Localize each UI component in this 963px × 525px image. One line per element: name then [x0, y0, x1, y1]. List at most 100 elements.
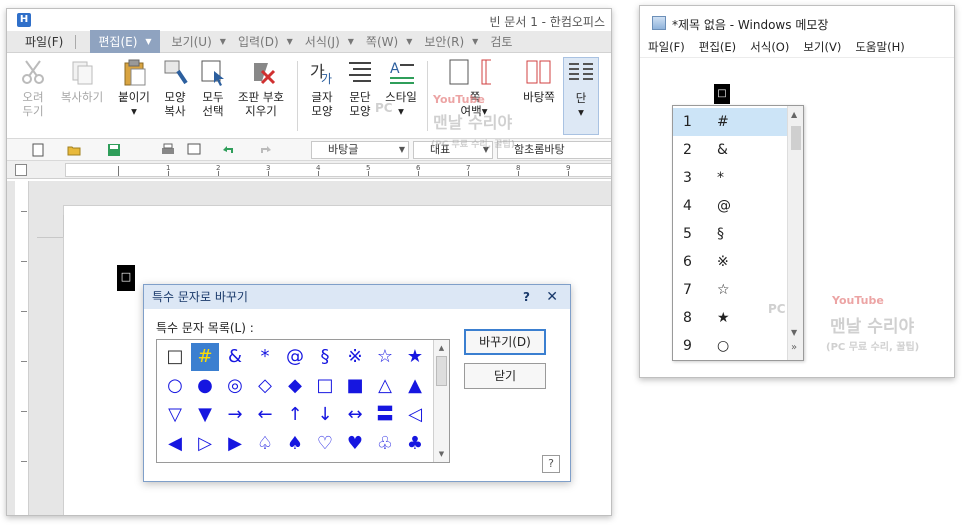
- menu-edit[interactable]: 편집(E) ▼: [90, 30, 160, 53]
- ribbon-divider: [427, 61, 428, 131]
- ruler-track[interactable]: 1 2 3 4 5 6 7 8 9: [65, 163, 611, 177]
- candidate-item[interactable]: 6 ※: [673, 248, 789, 276]
- symbol-cell[interactable]: ♤: [251, 430, 279, 458]
- replace-button[interactable]: 바꾸기(D): [464, 329, 546, 355]
- scroll-thumb[interactable]: [436, 356, 447, 386]
- help-icon[interactable]: ?: [523, 285, 530, 309]
- symbol-cell[interactable]: ▲: [401, 372, 429, 400]
- print-icon[interactable]: [161, 143, 175, 157]
- char-shape-button[interactable]: 가가 글자 모양: [305, 57, 339, 118]
- ruler-corner[interactable]: [15, 164, 27, 176]
- symbol-cell[interactable]: ↓: [311, 401, 339, 429]
- symbol-cell[interactable]: ♡: [311, 430, 339, 458]
- menu-review[interactable]: 검토: [490, 33, 512, 50]
- font-dropdown[interactable]: 함초롬바탕: [497, 141, 611, 159]
- help-button[interactable]: ?: [542, 455, 560, 473]
- symbol-cell[interactable]: ←: [251, 401, 279, 429]
- symbol-cell[interactable]: □: [161, 343, 189, 371]
- symbol-cell[interactable]: →: [221, 401, 249, 429]
- symbol-cell[interactable]: &: [221, 343, 249, 371]
- symbol-list-label: 특수 문자 목록(L) :: [156, 321, 254, 335]
- scroll-down-icon[interactable]: ▼: [791, 328, 797, 337]
- undo-icon[interactable]: [221, 143, 235, 157]
- open-folder-icon[interactable]: [67, 143, 81, 157]
- preview-icon[interactable]: [187, 143, 201, 157]
- redo-icon[interactable]: [259, 143, 273, 157]
- symbol-cell[interactable]: □: [311, 372, 339, 400]
- scrollbar[interactable]: ▲ ▼ »: [787, 106, 803, 360]
- menu-file[interactable]: 파일(F): [25, 33, 63, 50]
- menu-edit[interactable]: 편집(E): [699, 39, 736, 55]
- scroll-down-icon[interactable]: ▼: [436, 448, 447, 460]
- symbol-cell[interactable]: 〓: [371, 401, 399, 429]
- symbol-cell[interactable]: ▶: [221, 430, 249, 458]
- symbol-cell[interactable]: ♧: [371, 430, 399, 458]
- menu-help[interactable]: 도움말(H): [855, 39, 904, 55]
- candidate-item[interactable]: 9 ○: [673, 332, 789, 360]
- menu-format[interactable]: 서식(O): [750, 39, 789, 55]
- symbol-cell[interactable]: ◇: [251, 372, 279, 400]
- columns-button[interactable]: 단 ▾: [563, 57, 599, 135]
- candidate-item[interactable]: 8 ★: [673, 304, 789, 332]
- symbol-cell[interactable]: ※: [341, 343, 369, 371]
- menu-file[interactable]: 파일(F): [648, 39, 685, 55]
- symbol-cell[interactable]: ★: [401, 343, 429, 371]
- symbol-cell[interactable]: ▼: [191, 401, 219, 429]
- style-button[interactable]: A 스타일 ▾: [381, 57, 421, 118]
- symbol-cell[interactable]: ▷: [191, 430, 219, 458]
- candidate-item[interactable]: 1 #: [673, 108, 789, 136]
- paste-button[interactable]: 붙이기 ▾: [113, 57, 155, 118]
- symbol-cell[interactable]: △: [371, 372, 399, 400]
- menu-format[interactable]: 서식(J) ▼: [305, 33, 354, 50]
- close-icon[interactable]: ✕: [546, 285, 558, 309]
- symbol-cell[interactable]: ♥: [341, 430, 369, 458]
- remove-format-codes-button[interactable]: 조판 부호 지우기: [233, 57, 289, 118]
- symbol-cell[interactable]: ↔: [341, 401, 369, 429]
- save-icon[interactable]: [107, 143, 121, 157]
- candidate-item[interactable]: 2 &: [673, 136, 789, 164]
- menu-input[interactable]: 입력(D) ▼: [238, 33, 293, 50]
- new-document-icon[interactable]: [31, 143, 45, 157]
- page-margin-button[interactable]: 쪽 여백▾: [435, 57, 491, 118]
- select-all-button[interactable]: 모두 선택: [195, 57, 231, 118]
- scroll-up-icon[interactable]: ▲: [436, 342, 447, 354]
- menu-view[interactable]: 보기(V): [803, 39, 841, 55]
- font-value: 함초롬바탕: [514, 143, 565, 156]
- menu-view[interactable]: 보기(U) ▼: [172, 33, 226, 50]
- ribbon-divider: [297, 61, 298, 131]
- candidate-item[interactable]: 3 *: [673, 164, 789, 192]
- font-script-dropdown[interactable]: 대표 ▼: [413, 141, 493, 159]
- symbol-cell[interactable]: ◀: [161, 430, 189, 458]
- symbol-cell[interactable]: ●: [191, 372, 219, 400]
- symbol-cell[interactable]: ▽: [161, 401, 189, 429]
- symbol-cell[interactable]: ♣: [401, 430, 429, 458]
- menu-page[interactable]: 쪽(W) ▼: [366, 33, 412, 50]
- symbol-cell[interactable]: ○: [161, 372, 189, 400]
- symbol-cell[interactable]: ◆: [281, 372, 309, 400]
- menu-security[interactable]: 보안(R) ▼: [424, 33, 478, 50]
- expand-candidates-icon[interactable]: »: [791, 342, 797, 353]
- cut-button[interactable]: 오려 두기: [15, 57, 51, 118]
- symbol-cell[interactable]: ♠: [281, 430, 309, 458]
- scrollbar[interactable]: ▲ ▼: [433, 340, 449, 462]
- master-page-button[interactable]: 바탕쪽: [519, 57, 559, 104]
- symbol-cell[interactable]: #: [191, 343, 219, 371]
- paragraph-shape-button[interactable]: 문단 모양: [343, 57, 377, 118]
- scroll-thumb[interactable]: [791, 126, 801, 150]
- symbol-cell[interactable]: *: [251, 343, 279, 371]
- symbol-cell[interactable]: ↑: [281, 401, 309, 429]
- symbol-cell[interactable]: ◁: [401, 401, 429, 429]
- close-button[interactable]: 닫기: [464, 363, 546, 389]
- copy-button[interactable]: 복사하기: [55, 57, 109, 104]
- candidate-item[interactable]: 7 ☆: [673, 276, 789, 304]
- symbol-cell[interactable]: ☆: [371, 343, 399, 371]
- style-dropdown[interactable]: 바탕글 ▼: [311, 141, 409, 159]
- scroll-up-icon[interactable]: ▲: [791, 110, 797, 119]
- format-painter-button[interactable]: 모양 복사: [157, 57, 193, 118]
- candidate-item[interactable]: 4 @: [673, 192, 789, 220]
- symbol-cell[interactable]: ◎: [221, 372, 249, 400]
- symbol-cell[interactable]: ■: [341, 372, 369, 400]
- symbol-cell[interactable]: @: [281, 343, 309, 371]
- symbol-cell[interactable]: §: [311, 343, 339, 371]
- candidate-item[interactable]: 5 §: [673, 220, 789, 248]
